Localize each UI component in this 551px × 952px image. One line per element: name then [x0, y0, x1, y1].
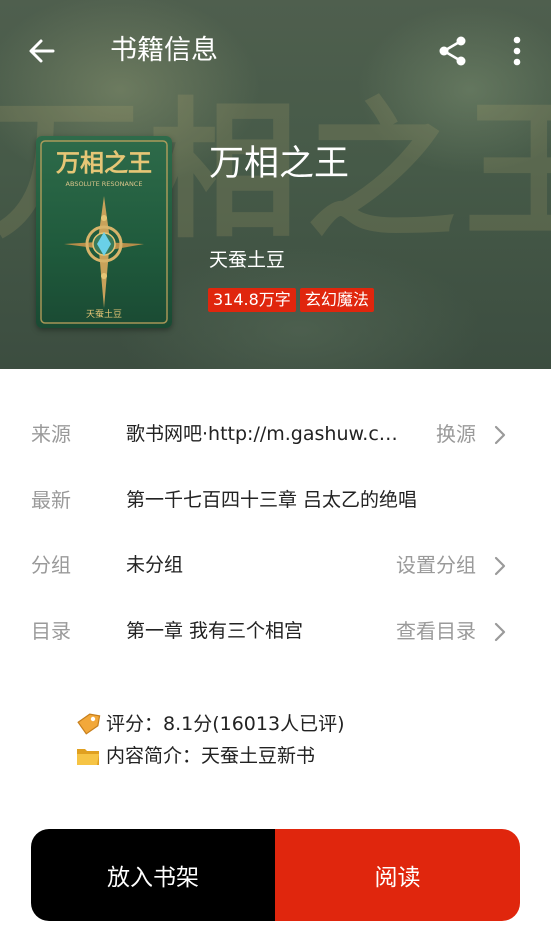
chevron-right-icon [493, 555, 507, 577]
more-vertical-icon[interactable] [503, 34, 531, 68]
word-count-badge: 314.8万字 [208, 288, 296, 312]
bottom-actions: 放入书架 阅读 [31, 829, 520, 921]
book-title: 万相之王 [209, 144, 350, 184]
rating-text: 评分：8.1分(16013人已评) [106, 713, 345, 735]
tag-icon [74, 710, 102, 738]
cover-title: 万相之王 [56, 148, 152, 177]
share-icon[interactable] [436, 34, 470, 68]
change-source-button[interactable]: 换源 [436, 420, 476, 448]
book-author[interactable]: 天蚕土豆 [209, 247, 285, 273]
toc-label: 目录 [31, 619, 71, 643]
group-label: 分组 [31, 553, 71, 577]
source-value: 歌书网吧·http://m.gashuw.com [126, 423, 408, 445]
folder-icon [74, 742, 102, 770]
source-row[interactable]: 来源 歌书网吧·http://m.gashuw.com 换源 [0, 414, 551, 454]
first-chapter-value: 第一章 我有三个相宫 [126, 620, 304, 642]
chevron-right-icon [493, 424, 507, 446]
top-bar: 书籍信息 [0, 0, 551, 100]
cover-author: 天蚕土豆 [86, 308, 122, 320]
rating-line: 评分：8.1分(16013人已评) [74, 708, 344, 740]
add-to-shelf-button[interactable]: 放入书架 [31, 829, 275, 921]
group-row[interactable]: 分组 未分组 设置分组 [0, 545, 551, 585]
book-tags: 314.8万字 玄幻魔法 [208, 288, 374, 312]
book-meta: 评分：8.1分(16013人已评) 内容简介：天蚕土豆新书 [74, 708, 344, 772]
arrow-left-icon[interactable] [24, 33, 60, 69]
set-group-button[interactable]: 设置分组 [396, 551, 476, 579]
group-value: 未分组 [126, 554, 184, 576]
category-badge: 玄幻魔法 [299, 288, 374, 312]
source-label: 来源 [31, 422, 71, 446]
latest-label: 最新 [31, 488, 71, 512]
chevron-right-icon [493, 621, 507, 643]
cover-subtitle: ABSOLUTE RESONANCE [66, 180, 143, 188]
intro-line: 内容简介：天蚕土豆新书 [74, 740, 344, 772]
header-hero: 万相之王 书籍信息 万相之王 AB [0, 0, 551, 369]
view-toc-button[interactable]: 查看目录 [396, 617, 476, 645]
intro-text: 内容简介：天蚕土豆新书 [106, 745, 316, 767]
page-title: 书籍信息 [110, 35, 218, 66]
read-button[interactable]: 阅读 [275, 829, 520, 921]
latest-chapter-value: 第一千七百四十三章 吕太乙的绝唱 [126, 489, 418, 511]
book-cover[interactable]: 万相之王 ABSOLUTE RESONANCE 天蚕土豆 [36, 136, 172, 328]
latest-chapter-row[interactable]: 最新 第一千七百四十三章 吕太乙的绝唱 [0, 480, 551, 520]
toc-row[interactable]: 目录 第一章 我有三个相宫 查看目录 [0, 611, 551, 651]
